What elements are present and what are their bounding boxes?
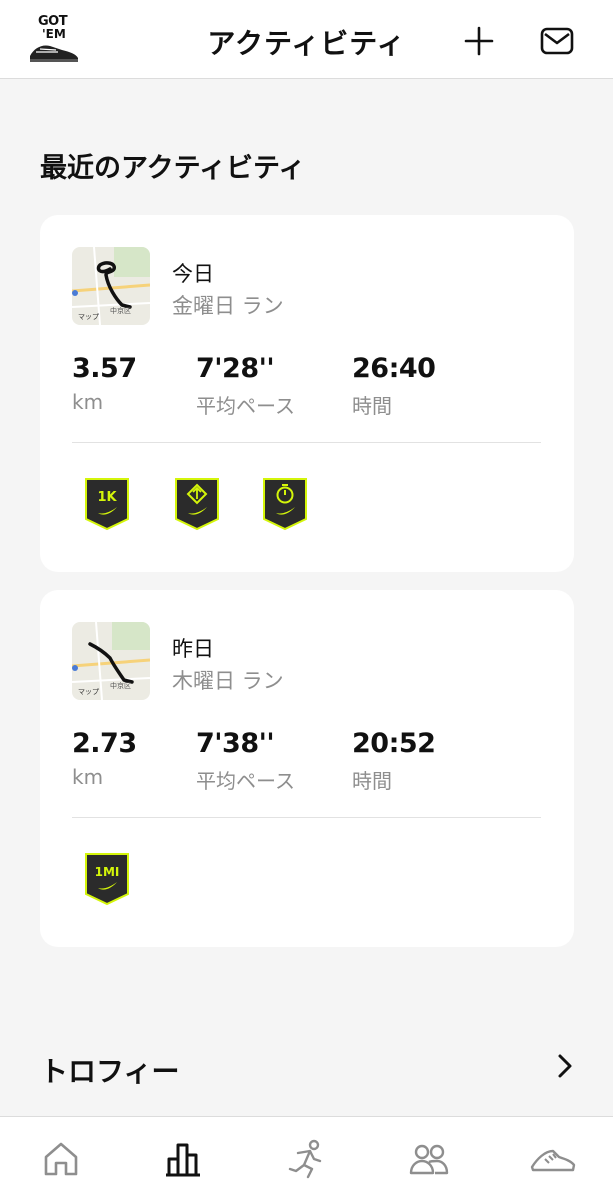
badge-1mi-icon: 1MI	[85, 853, 129, 906]
distance-stat: 2.73 km	[72, 728, 137, 789]
tab-community[interactable]	[407, 1137, 451, 1181]
map-attribution: マップ	[78, 688, 99, 696]
chevron-right-icon	[558, 1054, 572, 1078]
svg-text:1K: 1K	[97, 490, 117, 505]
mail-icon	[540, 27, 574, 55]
time-stat: 20:52 時間	[352, 728, 436, 794]
badge-1k-icon: 1K	[85, 478, 129, 531]
badge-arrow-icon	[175, 478, 219, 531]
map-place-label: 中京区	[110, 306, 131, 315]
badge-1mi[interactable]: 1MI	[84, 852, 130, 906]
time-stat: 26:40 時間	[352, 353, 436, 419]
tab-activity[interactable]	[161, 1137, 205, 1181]
activity-subtitle: 金曜日 ラン	[172, 294, 284, 318]
distance-unit: km	[72, 390, 104, 414]
distance-value: 2.73	[72, 728, 137, 759]
tab-run[interactable]	[284, 1137, 328, 1181]
runner-icon	[288, 1139, 322, 1179]
tab-shop[interactable]	[529, 1137, 576, 1181]
badge-stopwatch-icon	[263, 478, 307, 531]
home-icon	[44, 1142, 78, 1176]
trophies-row[interactable]: トロフィー	[0, 1030, 613, 1100]
time-value: 20:52	[352, 728, 436, 759]
card-divider	[72, 442, 541, 443]
pace-stat: 7'38'' 平均ペース	[196, 728, 295, 794]
activity-subtitle: 木曜日 ラン	[172, 669, 284, 693]
time-label: 時間	[352, 394, 392, 418]
add-button[interactable]	[462, 24, 496, 58]
plus-icon	[464, 26, 494, 56]
recent-activity-heading: 最近のアクティビティ	[40, 153, 306, 184]
activity-day: 今日	[172, 262, 214, 286]
activity-chart-icon	[166, 1143, 200, 1177]
badge-arrow[interactable]	[174, 477, 220, 531]
route-map-thumbnail: マップ 中京区	[72, 622, 150, 700]
time-label: 時間	[352, 769, 392, 793]
pace-label: 平均ペース	[196, 769, 295, 793]
activity-card[interactable]: マップ 中京区 今日 金曜日 ラン 3.57 km 7'28'' 平均ペース 2…	[40, 215, 574, 572]
pace-value: 7'28''	[196, 353, 275, 384]
badge-1k[interactable]: 1K	[84, 477, 130, 531]
community-icon	[409, 1144, 449, 1175]
pace-value: 7'38''	[196, 728, 275, 759]
map-place-label: 中京区	[110, 681, 131, 690]
distance-unit: km	[72, 765, 104, 789]
time-value: 26:40	[352, 353, 436, 384]
pace-label: 平均ペース	[196, 394, 295, 418]
page-title: アクティビティ	[207, 27, 406, 60]
shoe-icon	[530, 1149, 576, 1172]
trophies-label: トロフィー	[40, 1055, 180, 1088]
map-attribution: マップ	[78, 313, 99, 321]
route-map-thumbnail: マップ 中京区	[72, 247, 150, 325]
card-divider	[72, 817, 541, 818]
app-header: GOT 'EM アクティビティ	[0, 0, 613, 79]
badge-stopwatch[interactable]	[262, 477, 308, 531]
distance-stat: 3.57 km	[72, 353, 137, 414]
bottom-tab-bar	[0, 1116, 613, 1201]
inbox-button[interactable]	[540, 24, 574, 58]
activity-card[interactable]: マップ 中京区 昨日 木曜日 ラン 2.73 km 7'38'' 平均ペース 2…	[40, 590, 574, 947]
tab-home[interactable]	[39, 1137, 83, 1181]
svg-text:1MI: 1MI	[95, 865, 120, 879]
activity-day: 昨日	[172, 637, 214, 661]
pace-stat: 7'28'' 平均ペース	[196, 353, 295, 419]
distance-value: 3.57	[72, 353, 137, 384]
